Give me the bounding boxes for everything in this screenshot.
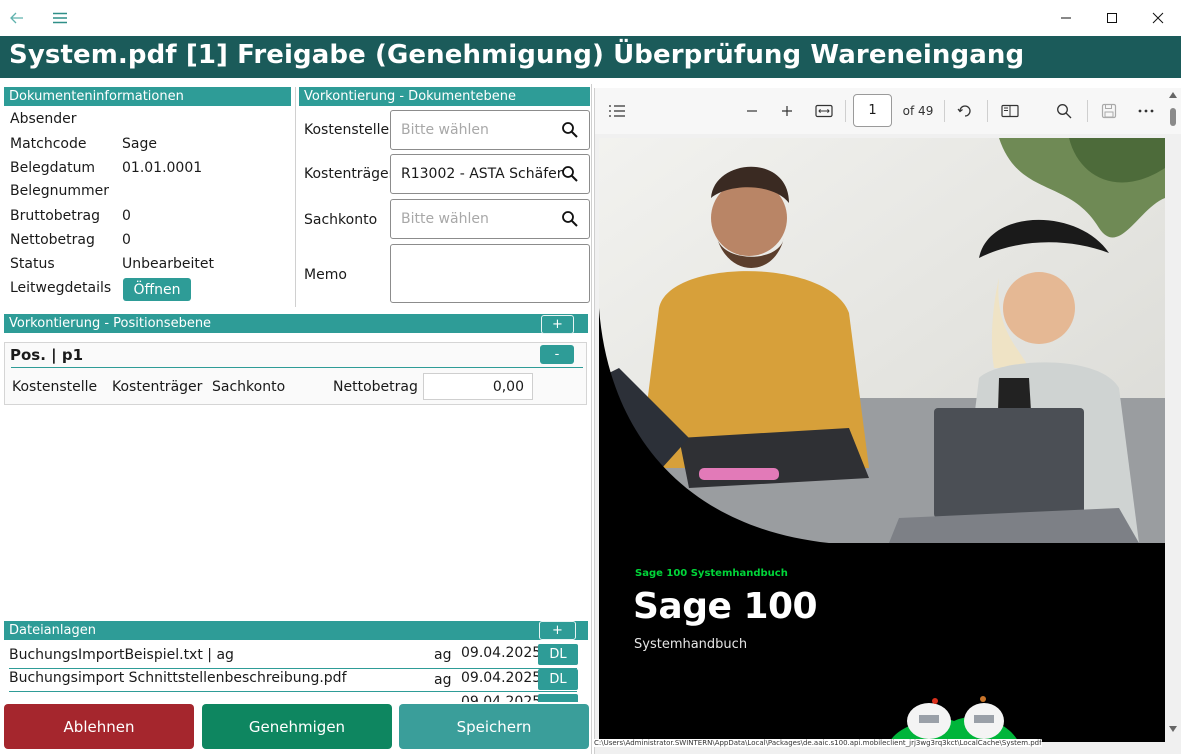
more-options-icon[interactable] xyxy=(1134,98,1158,124)
attachment-date: 09.04.2025 xyxy=(461,694,542,702)
table-of-contents-icon[interactable] xyxy=(605,98,629,124)
fit-width-icon[interactable] xyxy=(812,98,836,124)
title-bar xyxy=(0,0,1181,36)
pos-level-heading: Vorkontierung - Positionsebene xyxy=(4,314,588,333)
position-card: Pos. | p1 - Kostenstelle Kostenträger Sa… xyxy=(4,342,587,405)
save-button[interactable]: Speichern xyxy=(399,704,589,749)
kostentraeger-label: Kostenträger xyxy=(304,166,395,182)
file-path: C:\Users\Administrator.SWINTERN\AppData\… xyxy=(594,739,1042,747)
page-title: System.pdf [1] Freigabe (Genehmigung) Üb… xyxy=(9,40,1025,70)
close-button[interactable] xyxy=(1135,0,1181,36)
attachment-divider xyxy=(9,668,577,669)
attachment-name[interactable]: BuchungsImportBeispiel.txt | ag xyxy=(9,647,234,663)
kostenstelle-placeholder: Bitte wählen xyxy=(401,122,489,138)
scroll-thumb[interactable] xyxy=(1170,108,1176,126)
nettobetrag-input[interactable]: 0,00 xyxy=(423,373,533,400)
remove-position-button[interactable]: - xyxy=(540,345,574,364)
sachkonto-label: Sachkonto xyxy=(304,212,378,228)
status-value: Unbearbeitet xyxy=(122,256,214,272)
rotate-icon[interactable] xyxy=(953,98,977,124)
pdf-toolbar: 1 of 49 xyxy=(595,88,1181,134)
doc-level-heading: Vorkontierung - Dokumentebene xyxy=(299,87,590,106)
pdf-viewer[interactable]: 1 of 49 Sage 100 Systemhandbuch Sage 100… xyxy=(594,88,1181,754)
search-icon[interactable] xyxy=(561,210,579,228)
toolbar-separator xyxy=(987,100,988,122)
position-title: Pos. | p1 xyxy=(10,346,84,364)
memo-label: Memo xyxy=(304,267,347,283)
attachment-user: ag xyxy=(434,647,452,663)
kostenstelle-field[interactable]: Bitte wählen xyxy=(390,110,590,150)
pos-kostentraeger-label[interactable]: Kostenträger xyxy=(112,379,202,395)
zoom-out-icon[interactable] xyxy=(740,98,764,124)
attachment-date: 09.04.2025 xyxy=(461,670,542,686)
zoom-in-icon[interactable] xyxy=(775,98,799,124)
cover-kicker: Sage 100 Systemhandbuch xyxy=(635,568,788,579)
belegnummer-label: Belegnummer xyxy=(10,183,109,199)
download-button[interactable] xyxy=(538,694,578,702)
sachkonto-field[interactable]: Bitte wählen xyxy=(390,199,590,239)
reject-button[interactable]: Ablehnen xyxy=(4,704,194,749)
attachment-date: 09.04.2025 xyxy=(461,645,542,661)
page-header: System.pdf [1] Freigabe (Genehmigung) Üb… xyxy=(0,36,1181,78)
add-attachment-button[interactable]: + xyxy=(539,621,576,640)
pos-nettobetrag-label: Nettobetrag xyxy=(333,379,418,395)
leitwegdetails-label: Leitwegdetails xyxy=(10,280,112,296)
kostenstelle-label: Kostenstelle xyxy=(304,122,390,138)
nettobetrag-value: 0 xyxy=(122,232,131,248)
page-total: of 49 xyxy=(902,104,934,118)
absender-label: Absender xyxy=(10,111,77,127)
belegdatum-value: 01.01.0001 xyxy=(122,160,203,176)
open-leitweg-button[interactable]: Öffnen xyxy=(123,278,191,301)
bruttobetrag-value: 0 xyxy=(122,208,131,224)
left-pane: Dokumenteninformationen Absender Matchco… xyxy=(0,84,593,754)
search-icon[interactable] xyxy=(561,165,579,183)
cover-subtitle: Systemhandbuch xyxy=(634,637,748,652)
scroll-down-icon[interactable] xyxy=(1169,726,1177,732)
search-icon[interactable] xyxy=(561,121,579,139)
status-label: Status xyxy=(10,256,55,272)
pdf-scrollbar[interactable] xyxy=(1167,92,1179,732)
belegdatum-label: Belegdatum xyxy=(10,160,96,176)
add-position-button[interactable]: + xyxy=(541,315,574,334)
attachments-heading: Dateianlagen xyxy=(4,621,588,640)
pos-sachkonto-label[interactable]: Sachkonto xyxy=(212,379,285,395)
toolbar-separator xyxy=(845,100,846,122)
pdf-page: Sage 100 Systemhandbuch Sage 100 Systemh… xyxy=(599,138,1165,742)
nettobetrag-input-value: 0,00 xyxy=(492,379,524,395)
toolbar-separator xyxy=(1087,100,1088,122)
sachkonto-placeholder: Bitte wählen xyxy=(401,211,489,227)
memo-textarea[interactable] xyxy=(390,244,590,303)
search-icon[interactable] xyxy=(1052,98,1076,124)
attachment-row-clipped: 09.04.2025 xyxy=(0,692,590,702)
position-divider xyxy=(11,367,583,368)
approve-button[interactable]: Genehmigen xyxy=(202,704,392,749)
kostentraeger-field[interactable]: R13002 - ASTA Schäfer xyxy=(390,154,590,194)
page-number-input[interactable]: 1 xyxy=(853,94,892,127)
arrow-left-icon[interactable] xyxy=(6,0,28,36)
save-icon[interactable] xyxy=(1097,98,1121,124)
pos-kostenstelle-label[interactable]: Kostenstelle xyxy=(12,379,97,395)
scroll-up-icon[interactable] xyxy=(1169,92,1177,98)
kostentraeger-value: R13002 - ASTA Schäfer xyxy=(401,166,563,182)
doc-info-heading: Dokumenteninformationen xyxy=(4,87,291,106)
attachment-user: ag xyxy=(434,672,452,688)
minimize-button[interactable] xyxy=(1043,0,1089,36)
cover-title: Sage 100 xyxy=(633,586,818,627)
matchcode-value: Sage xyxy=(122,136,157,152)
download-button[interactable]: DL xyxy=(538,644,578,665)
pane-divider xyxy=(591,84,592,754)
hamburger-icon[interactable] xyxy=(48,0,72,36)
page-view-icon[interactable] xyxy=(998,98,1022,124)
cover-illustration xyxy=(889,696,1019,742)
matchcode-label: Matchcode xyxy=(10,136,87,152)
download-button[interactable]: DL xyxy=(538,669,578,690)
toolbar-separator xyxy=(944,100,945,122)
bruttobetrag-label: Bruttobetrag xyxy=(10,208,100,224)
column-divider xyxy=(295,87,296,307)
maximize-button[interactable] xyxy=(1089,0,1135,36)
attachment-name[interactable]: Buchungsimport Schnittstellenbeschreibun… xyxy=(9,670,347,686)
nettobetrag-label: Nettobetrag xyxy=(10,232,95,248)
